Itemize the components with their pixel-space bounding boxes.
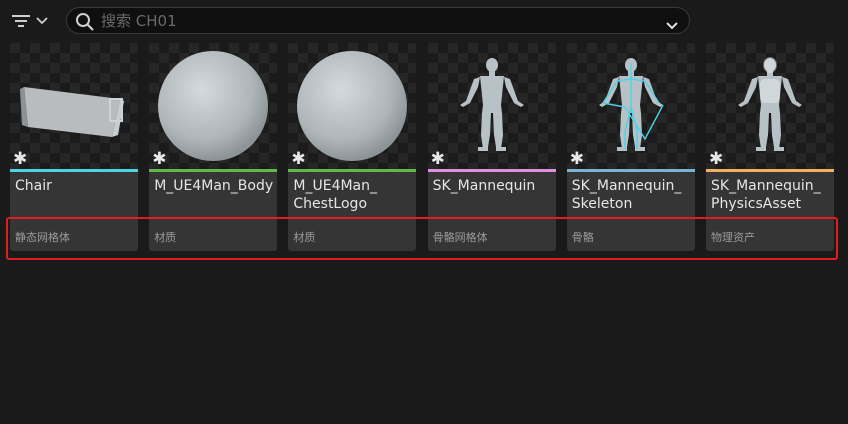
asset-tile[interactable]: ✱ M_UE4Man_ ChestLogo 材质 [288,43,417,251]
asset-name: SK_Mannequin_ Skeleton [571,178,682,212]
asset-type-color-bar [706,169,834,172]
asset-type-label: 物理资产 [711,231,755,244]
search-input[interactable]: 搜索 CH01 [101,12,177,30]
unsaved-asterisk-icon: ✱ [430,149,445,169]
asset-thumbnail [706,43,834,169]
asset-thumbnail [427,43,556,169]
asset-name: SK_Mannequin [432,178,536,194]
asset-tile[interactable]: ✱ M_UE4Man_Body 材质 [149,43,278,251]
unsaved-asterisk-icon: ✱ [709,149,724,169]
asset-name: SK_Mannequin_ PhysicsAsset [711,178,821,212]
asset-thumbnail [10,43,138,169]
asset-name: M_UE4Man_Body [154,178,274,194]
asset-name: M_UE4Man_ ChestLogo [293,178,378,212]
unsaved-asterisk-icon: ✱ [569,149,585,169]
asset-tile[interactable]: ✱ SK_Mannequin 骨骼网格体 [427,43,556,251]
asset-grid: ✱ Chair 静态网格体 ✱ M_UE4Man_Body 材质 ✱ M_UE4Man_ Ch… [10,43,840,253]
asset-type-label: 骨骼 [571,231,594,244]
unsaved-asterisk-icon: ✱ [152,149,167,169]
filter-icon [10,12,32,30]
asset-type-color-bar [10,169,138,172]
asset-name: Chair [15,178,52,194]
content-browser-toolbar: 搜索 CH01 [0,0,848,40]
asset-type-color-bar [427,169,556,172]
asset-type-label: 材质 [154,231,177,244]
unsaved-asterisk-icon: ✱ [291,149,306,169]
filter-button[interactable] [10,8,58,34]
asset-tile[interactable]: ✱ SK_Mannequin_ Skeleton 骨骼 [566,43,695,251]
asset-thumbnail [288,43,417,169]
asset-tile[interactable]: ✱ Chair 静态网格体 [10,43,138,251]
asset-type-color-bar [149,169,278,172]
asset-type-label: 静态网格体 [15,231,70,244]
asset-thumbnail [566,43,695,169]
search-box[interactable]: 搜索 CH01 [66,7,690,34]
unsaved-asterisk-icon: ✱ [13,149,28,169]
chevron-down-icon [35,16,49,26]
asset-tile[interactable]: ✱ SK_Mannequin_ PhysicsAsset 物理资产 [706,43,834,251]
asset-type-label: 骨骼网格体 [432,231,488,244]
asset-type-color-bar [566,169,695,172]
asset-type-color-bar [288,169,417,172]
search-icon [75,12,95,36]
asset-thumbnail [149,43,278,169]
search-dropdown-chevron-icon[interactable] [665,16,679,35]
asset-type-label: 材质 [293,231,316,244]
